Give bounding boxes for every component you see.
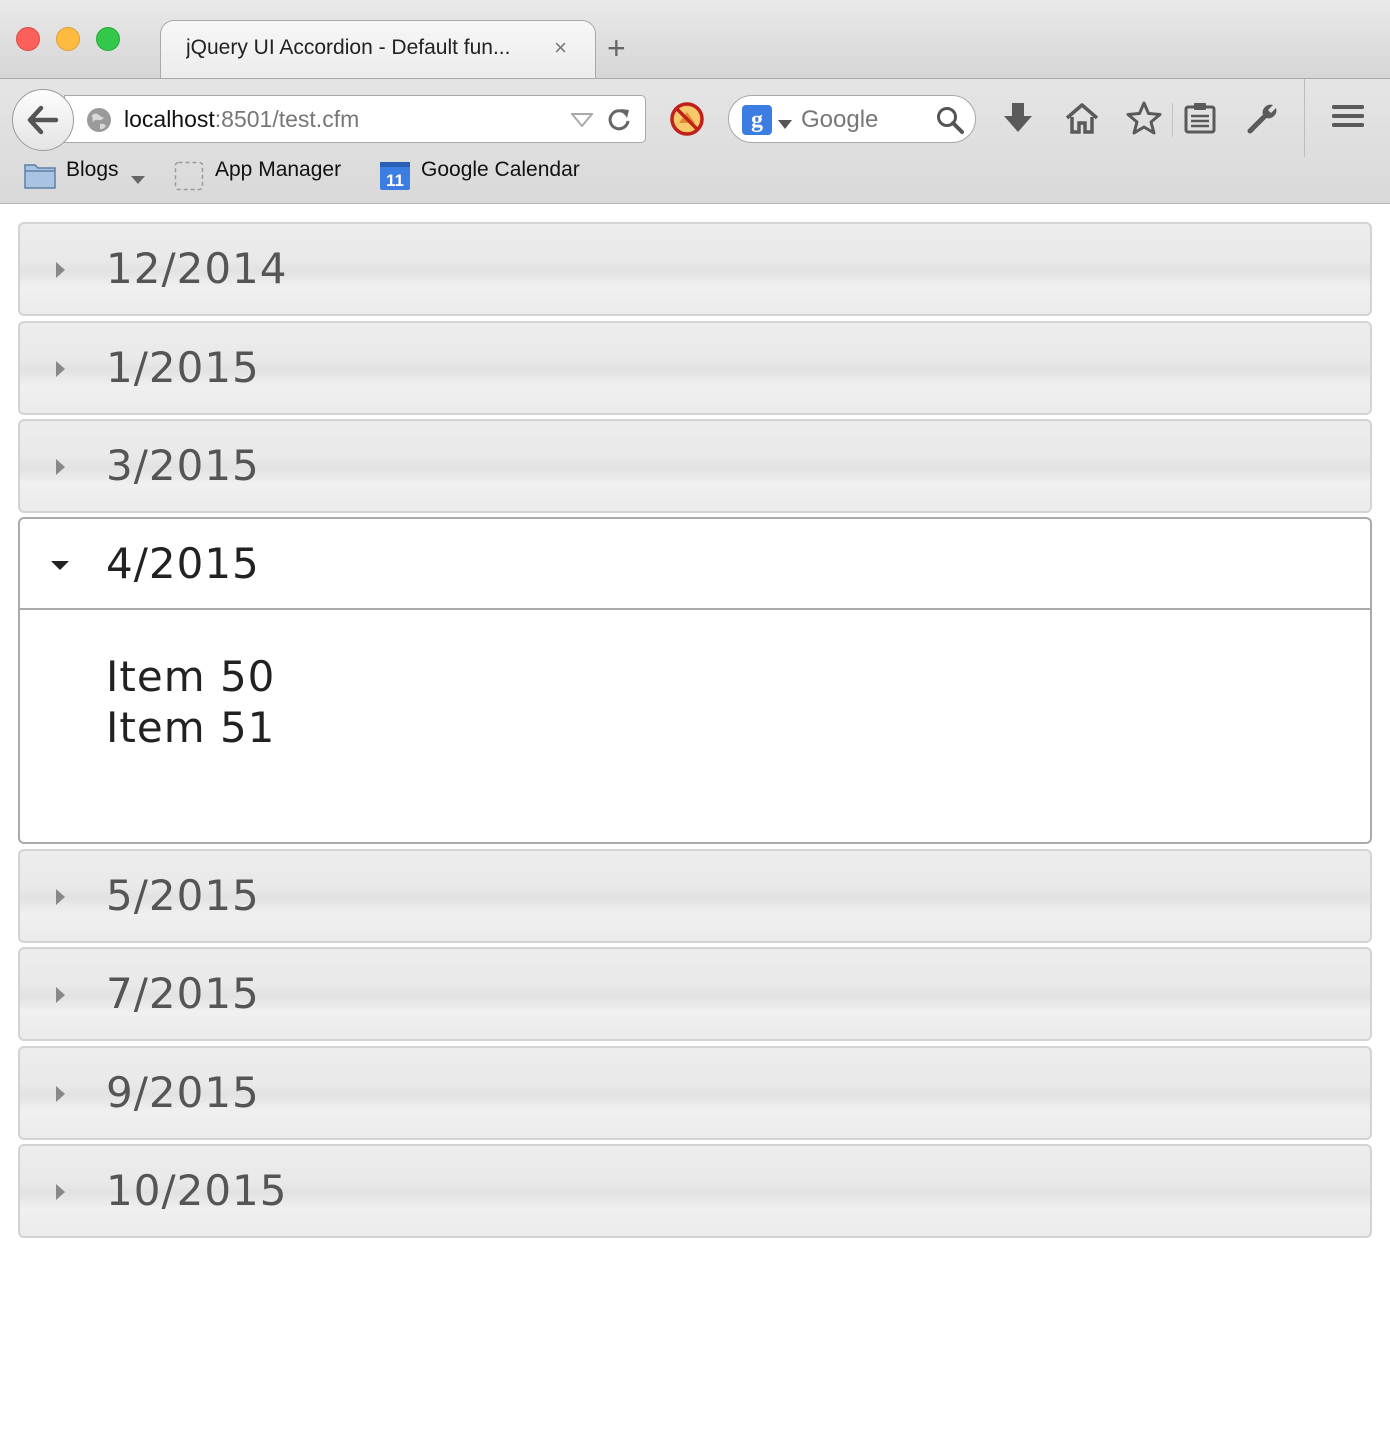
toolbar-separator [1172, 103, 1173, 137]
accordion-header-10-2015[interactable]: 10/2015 [18, 1144, 1372, 1238]
accordion-header-4-2015[interactable]: 4/2015 [18, 517, 1372, 610]
accordion-header-5-2015[interactable]: 5/2015 [18, 849, 1372, 943]
tab-title: jQuery UI Accordion - Default fun... [186, 36, 511, 59]
bookmark-app-manager[interactable]: App Manager [215, 158, 341, 182]
accordion-header-12-2014[interactable]: 12/2014 [18, 222, 1372, 316]
new-tab-button[interactable]: + [607, 28, 626, 68]
search-icon[interactable] [935, 105, 965, 140]
triangle-right-icon [56, 1086, 65, 1102]
tab-active[interactable]: jQuery UI Accordion - Default fun... × [160, 20, 596, 78]
chevron-down-icon[interactable] [778, 116, 792, 134]
accordion-header-3-2015[interactable]: 3/2015 [18, 419, 1372, 513]
back-arrow-icon [27, 105, 59, 135]
zoom-window-button[interactable] [96, 27, 120, 51]
accordion-header-7-2015[interactable]: 7/2015 [18, 947, 1372, 1041]
accordion-panel-4-2015: Item 50 Item 51 [18, 610, 1372, 844]
accordion-header-1-2015[interactable]: 1/2015 [18, 321, 1372, 415]
wrench-icon[interactable] [1246, 101, 1280, 140]
url-path: :8501/test.cfm [214, 106, 360, 132]
triangle-right-icon [56, 459, 65, 475]
accordion-header-label: 12/2014 [106, 244, 288, 293]
blocked-addon-icon[interactable] [668, 100, 706, 143]
chevron-down-icon[interactable] [131, 172, 145, 190]
calendar-badge: 11 [386, 171, 404, 190]
accordion-header-label: 7/2015 [106, 969, 260, 1018]
globe-icon [85, 106, 113, 139]
list-item: Item 50 [106, 652, 276, 701]
triangle-right-icon [56, 361, 65, 377]
hamburger-menu-icon[interactable] [1331, 101, 1365, 136]
accordion-header-label: 3/2015 [106, 441, 260, 490]
url-bar[interactable]: localhost:8501/test.cfm [64, 95, 646, 143]
calendar-icon: 11 [379, 161, 411, 196]
bookmark-google-calendar[interactable]: Google Calendar [421, 158, 580, 182]
app-placeholder-icon [174, 161, 204, 196]
folder-icon [24, 161, 56, 194]
accordion-header-label: 10/2015 [106, 1166, 288, 1215]
back-button[interactable] [12, 89, 74, 151]
triangle-right-icon [56, 262, 65, 278]
reload-icon[interactable] [605, 105, 633, 138]
download-icon[interactable] [1002, 101, 1034, 140]
home-icon[interactable] [1064, 101, 1100, 140]
dropdown-triangle-icon[interactable] [569, 113, 595, 132]
toolbar-separator [1304, 79, 1305, 157]
minimize-window-button[interactable] [56, 27, 80, 51]
triangle-right-icon [56, 889, 65, 905]
list-item: Item 51 [106, 703, 276, 752]
search-input[interactable]: Google [801, 106, 878, 134]
bookmark-blogs[interactable]: Blogs [66, 158, 119, 182]
accordion-header-label: 1/2015 [106, 343, 260, 392]
url-text[interactable]: localhost:8501/test.cfm [124, 106, 359, 133]
triangle-right-icon [56, 1184, 65, 1200]
accordion-header-label: 5/2015 [106, 871, 260, 920]
accordion-header-label: 4/2015 [106, 539, 260, 588]
bookmark-star-icon[interactable] [1126, 101, 1162, 140]
navigation-toolbar: localhost:8501/test.cfm g Google Blogs A… [0, 78, 1390, 204]
reading-list-icon[interactable] [1183, 101, 1217, 140]
title-bar: jQuery UI Accordion - Default fun... × + [0, 0, 1390, 78]
url-host: localhost [124, 106, 215, 132]
search-engine-badge[interactable]: g [742, 105, 772, 135]
close-window-button[interactable] [16, 27, 40, 51]
triangle-right-icon [56, 987, 65, 1003]
tab-close-icon[interactable]: × [554, 35, 567, 61]
triangle-down-icon [51, 561, 69, 570]
accordion-header-9-2015[interactable]: 9/2015 [18, 1046, 1372, 1140]
search-box[interactable]: g Google [728, 95, 976, 143]
accordion-header-label: 9/2015 [106, 1068, 260, 1117]
